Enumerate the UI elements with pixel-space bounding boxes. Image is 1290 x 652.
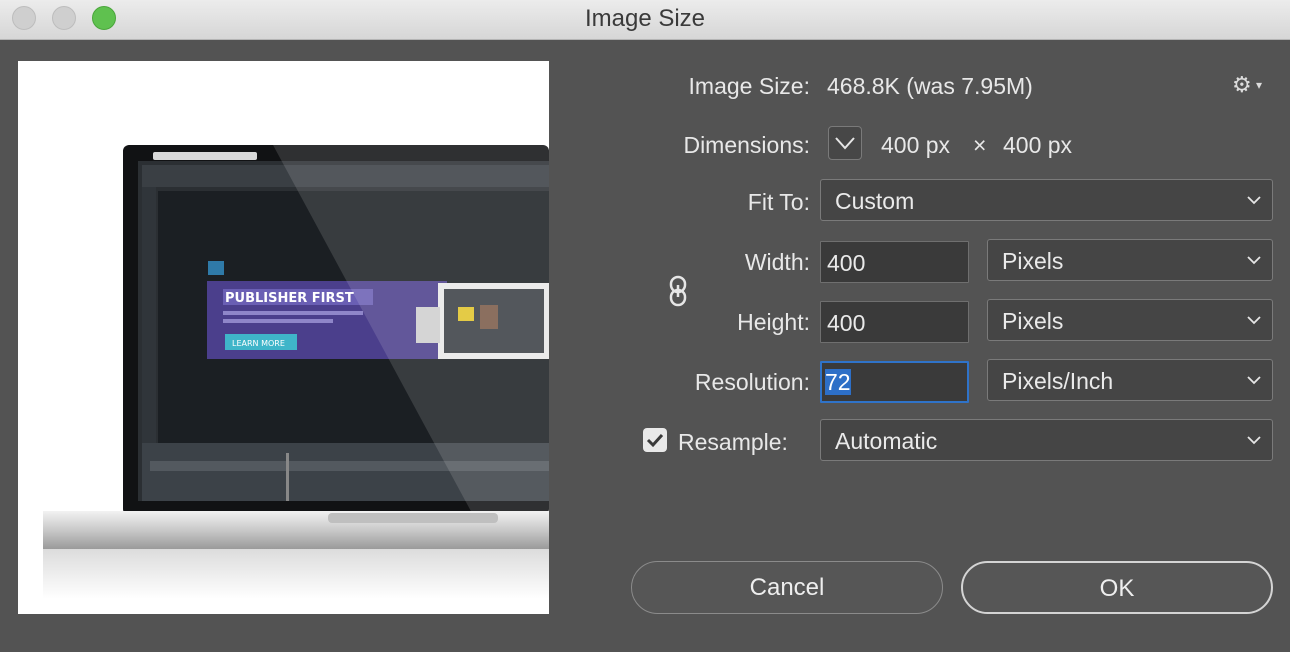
image-size-label: Image Size: [688,73,810,99]
chevron-down-icon [1247,196,1261,205]
chevron-down-icon [835,137,855,150]
resample-checkbox[interactable] [643,428,667,452]
resolution-label: Resolution: [694,369,810,395]
width-unit-select[interactable]: Pixels [987,239,1273,281]
gear-icon: ⚙ [1232,72,1252,97]
ok-button[interactable]: OK [961,561,1273,614]
settings-menu-button[interactable]: ⚙ ▾ [1232,72,1268,100]
fit-to-value: Custom [835,188,915,214]
chevron-down-icon [1247,316,1261,325]
constrain-proportions-button[interactable] [666,274,690,308]
width-unit-value: Pixels [1002,248,1064,274]
image-preview[interactable]: PUBLISHER FIRST LEARN MORE [18,61,549,614]
width-label: Width: [744,249,810,275]
dimensions-unit-toggle[interactable] [828,126,862,160]
image-size-value: 468.8K (was 7.95M) [827,73,1033,99]
chevron-down-icon [1247,256,1261,265]
height-unit-select[interactable]: Pixels [987,299,1273,341]
link-icon [669,275,687,307]
checkmark-icon [646,433,664,448]
resolution-value: 72 [825,369,851,395]
fit-to-label: Fit To: [747,189,810,215]
fit-to-select[interactable]: Custom [820,179,1273,221]
height-unit-value: Pixels [1002,308,1064,334]
dimensions-label: Dimensions: [683,132,810,158]
chevron-down-icon [1247,436,1261,445]
window-title: Image Size [584,5,706,32]
resolution-input[interactable]: 72 [820,361,969,403]
dropdown-caret-icon: ▾ [1256,78,1263,92]
banner-button-label: LEARN MORE [232,339,285,348]
height-value: 400 [827,310,866,336]
width-input[interactable]: 400 [820,241,969,283]
cancel-button[interactable]: Cancel [631,561,943,614]
dimensions-height: 400 px [1003,132,1073,158]
banner-heading: PUBLISHER FIRST [225,291,354,306]
height-input[interactable]: 400 [820,301,969,343]
resample-value: Automatic [835,428,938,454]
chevron-down-icon [1247,376,1261,385]
resolution-unit-select[interactable]: Pixels/Inch [987,359,1273,401]
laptop-preview-image: PUBLISHER FIRST LEARN MORE [43,145,549,599]
title-bar: Image Size [0,0,1290,40]
dimensions-width: 400 px [881,132,951,158]
resample-label: Resample: [678,429,788,455]
resolution-unit-value: Pixels/Inch [1002,368,1114,394]
resample-select[interactable]: Automatic [820,419,1273,461]
height-label: Height: [737,309,810,335]
dimensions-separator: × [973,132,987,158]
width-value: 400 [827,250,866,276]
